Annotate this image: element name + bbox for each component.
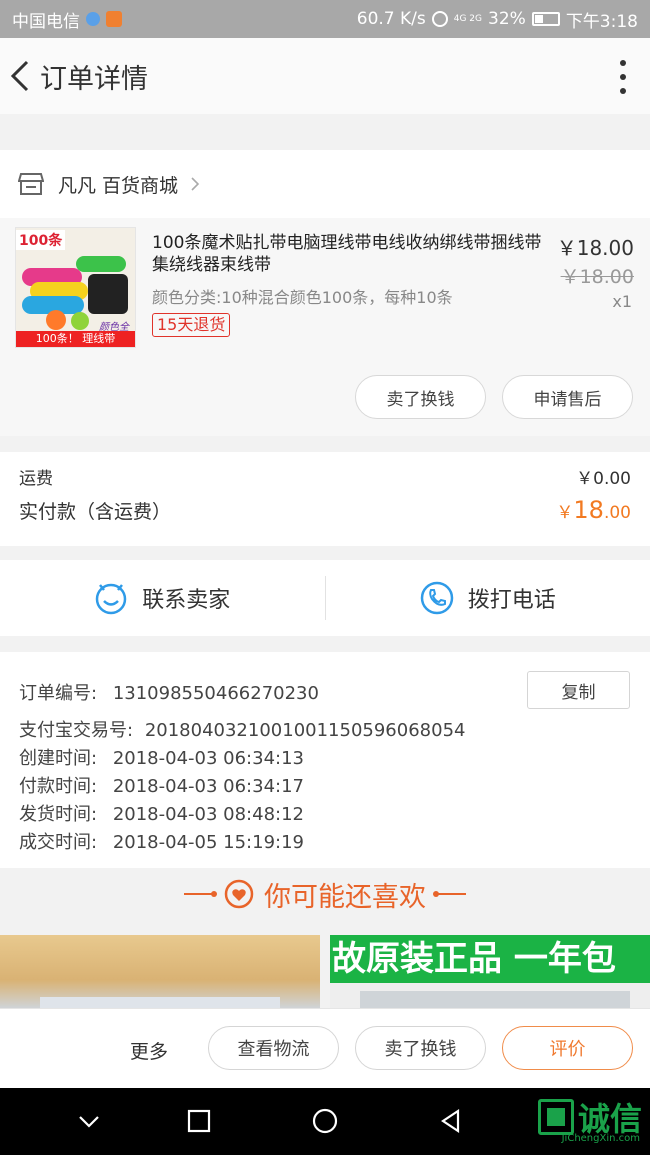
shipped-time: 2018-04-03 08:48:12 — [112, 804, 304, 825]
fee-summary: 运费 ￥0.00 实付款（含运费） ￥18.00 — [0, 452, 650, 546]
recommend-item[interactable]: 故原装正品 一年包 — [330, 935, 650, 1010]
recommend-banner: 故原装正品 一年包 — [330, 935, 650, 983]
done-row: 成交时间: 2018-04-05 15:19:19 — [19, 828, 304, 854]
watermark-icon — [537, 1099, 574, 1135]
recommend-header: 你可能还喜欢 — [0, 868, 650, 920]
store-name: 凡凡 百货商城 — [58, 174, 179, 197]
chevron-left-icon — [10, 60, 29, 92]
total-currency: ￥ — [556, 503, 574, 523]
total-integer: 18 — [573, 496, 604, 524]
total-amount: ￥18.00 — [556, 496, 631, 524]
order-number-label: 订单编号: — [19, 683, 98, 704]
page-title: 订单详情 — [40, 63, 148, 95]
product-item[interactable]: 100条 颜色全 100条！ 理线带 100条魔术贴扎带电脑理线带电线收纳绑线带… — [0, 218, 650, 436]
recent-apps-icon[interactable] — [184, 1106, 214, 1136]
view-logistics-button[interactable]: 查看物流 — [208, 1026, 339, 1070]
order-info: 订单编号: 131098550466270230 复制 支付宝交易号: 2018… — [0, 652, 650, 868]
chat-icon — [95, 583, 127, 615]
order-number: 131098550466270230 — [112, 683, 319, 704]
review-button[interactable]: 评价 — [502, 1026, 633, 1070]
product-spec: 颜色分类:10种混合颜色100条，每种10条 — [152, 288, 453, 307]
return-badge: 15天退货 — [152, 313, 231, 337]
clock-time: 下午3:18 — [565, 11, 638, 32]
notification-icon — [86, 12, 100, 26]
battery-icon — [531, 12, 560, 26]
product-price: ￥18.00 — [556, 236, 634, 260]
store-row[interactable]: 凡凡 百货商城 — [0, 150, 650, 218]
status-bar: 中国电信 60.7 K/s 4G 2G 32% 下午3:18 — [0, 0, 650, 38]
product-image[interactable]: 100条 颜色全 100条！ 理线带 — [15, 227, 136, 348]
created-row: 创建时间: 2018-04-03 06:34:13 — [19, 744, 304, 770]
call-phone-label: 拨打电话 — [467, 588, 556, 613]
sell-again-button[interactable]: 卖了换钱 — [355, 1026, 486, 1070]
alarm-icon — [431, 11, 448, 27]
app-header: 订单详情 — [0, 38, 650, 114]
recommend-title: 你可能还喜欢 — [264, 881, 426, 913]
shipping-label: 运费 — [19, 469, 53, 489]
aftersale-button[interactable]: 申请售后 — [502, 375, 633, 419]
call-phone-button[interactable]: 拨打电话 — [326, 560, 650, 636]
shipped-row: 发货时间: 2018-04-03 08:48:12 — [19, 800, 304, 826]
total-label: 实付款（含运费） — [19, 501, 172, 523]
more-menu-icon[interactable] — [618, 60, 628, 94]
app-notification-icon — [106, 11, 122, 27]
heart-icon — [224, 879, 254, 909]
paid-time: 2018-04-03 06:34:17 — [112, 776, 304, 797]
store-icon — [18, 173, 44, 195]
sell-button[interactable]: 卖了换钱 — [355, 375, 486, 419]
order-number-row: 订单编号: 131098550466270230 — [19, 679, 319, 705]
alipay-label: 支付宝交易号: — [19, 720, 134, 741]
network-type: 4G 2G — [453, 13, 483, 24]
contact-bar: 联系卖家 拨打电话 — [0, 560, 650, 636]
product-image-banner: 100条！ 理线带 — [16, 331, 135, 347]
watermark-subtext: JiChengXin.com — [561, 1133, 640, 1144]
battery-percent: 32% — [488, 9, 526, 29]
done-time: 2018-04-05 15:19:19 — [112, 832, 304, 853]
product-quantity: x1 — [612, 292, 632, 311]
chevron-right-icon — [191, 177, 200, 191]
network-speed: 60.7 K/s — [356, 9, 426, 29]
shipping-value: ￥0.00 — [576, 469, 631, 489]
chevron-down-icon[interactable] — [74, 1106, 104, 1136]
product-image-tag: 100条 — [16, 230, 66, 250]
home-icon[interactable] — [310, 1106, 340, 1136]
created-time: 2018-04-03 06:34:13 — [112, 748, 304, 769]
phone-icon — [420, 581, 453, 615]
copy-button[interactable]: 复制 — [527, 671, 630, 709]
paid-row: 付款时间: 2018-04-03 06:34:17 — [19, 772, 304, 798]
created-label: 创建时间: — [19, 748, 98, 769]
carrier-label: 中国电信 — [12, 11, 80, 32]
back-nav-icon[interactable] — [436, 1106, 466, 1136]
alipay-number: 2018040321001001150596068054 — [144, 720, 466, 741]
product-name[interactable]: 100条魔术贴扎带电脑理线带电线收纳绑线带捆线带集绕线器束线带 — [152, 232, 547, 276]
recommend-item[interactable] — [0, 935, 320, 1010]
more-button[interactable]: 更多 — [130, 1037, 168, 1064]
back-button[interactable] — [2, 38, 38, 114]
product-original-price: ￥18.00 — [560, 266, 634, 288]
paid-label: 付款时间: — [19, 776, 98, 797]
alipay-row: 支付宝交易号: 2018040321001001150596068054 — [19, 716, 465, 742]
done-label: 成交时间: — [19, 832, 98, 853]
contact-seller-label: 联系卖家 — [142, 588, 231, 613]
contact-seller-button[interactable]: 联系卖家 — [0, 560, 325, 636]
bottom-action-bar: 更多 查看物流 卖了换钱 评价 — [0, 1008, 650, 1088]
system-nav-bar: 诚信 JiChengXin.com — [0, 1088, 650, 1155]
shipped-label: 发货时间: — [19, 804, 98, 825]
total-decimal: .00 — [603, 503, 631, 523]
